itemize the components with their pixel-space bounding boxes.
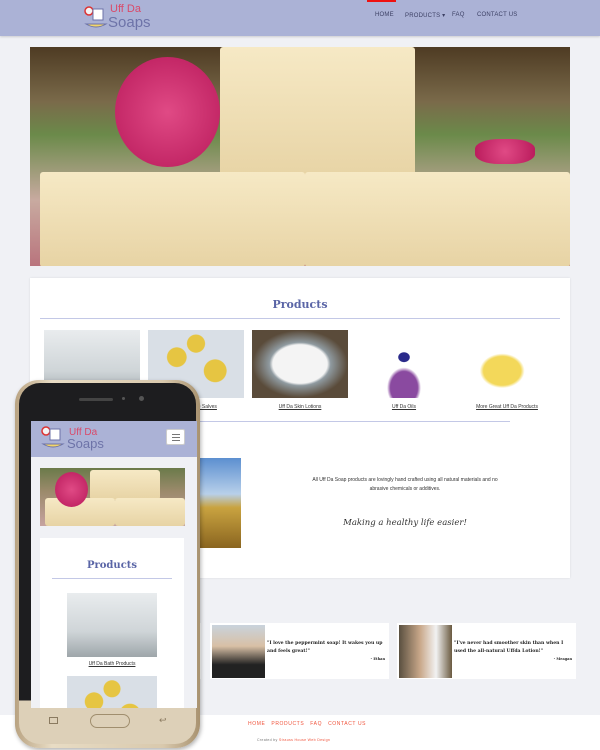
viking-ship-icon (41, 426, 65, 448)
testimonial-quote: "I love the peppermint soap! It wakes yo… (267, 641, 383, 654)
product-lotions[interactable]: Uff Da Skin Lotions (252, 330, 348, 410)
wheat-field-image (200, 458, 241, 548)
recent-apps-icon[interactable] (49, 717, 58, 724)
hamburger-menu-button[interactable] (166, 429, 185, 445)
divider (40, 318, 560, 319)
phone-mockup: Uff Da Soaps Products Uff Da Bath Produc… (15, 380, 200, 748)
testimonial-quote: "I've never had smoother skin than when … (454, 641, 564, 654)
testimonial-author: - Ethan (370, 657, 385, 661)
footer-credit: Created by Strauss House Web Design (257, 738, 330, 742)
logo-text-bottom: Soaps (108, 14, 151, 31)
mobile-hero-image (40, 468, 185, 526)
product-image[interactable] (356, 330, 452, 398)
hero-image (30, 47, 570, 266)
testimonial-card: "I've never had smoother skin than when … (397, 623, 576, 679)
mobile-screen: Uff Da Soaps Products Uff Da Bath Produc… (31, 421, 197, 708)
product-link[interactable]: Uff Da Oils (356, 404, 452, 410)
product-link[interactable]: Uff Da Skin Lotions (252, 404, 348, 410)
footer-link-faq[interactable]: FAQ (310, 721, 322, 727)
mobile-logo-bottom: Soaps (67, 436, 104, 451)
site-header: Uff Da Soaps HOME PRODUCTS ▾ FAQ CONTACT… (0, 0, 600, 36)
phone-speaker (79, 398, 113, 401)
camera-icon (139, 396, 144, 401)
products-heading: Products (272, 298, 328, 311)
footer-link-home[interactable]: HOME (248, 721, 265, 727)
footer-link-products[interactable]: PRODUCTS (271, 721, 304, 727)
mobile-header: Uff Da Soaps (31, 421, 197, 457)
mobile-products-heading: Products (86, 560, 138, 571)
nav-home[interactable]: HOME (375, 12, 394, 18)
customer-photo (212, 625, 265, 678)
tagline: Making a healthy life easier! (343, 518, 467, 528)
testimonial-author: - Meagan (553, 657, 572, 661)
nav-faq[interactable]: FAQ (452, 12, 465, 18)
credit-prefix: Created by (257, 738, 278, 742)
about-text: All Uff Da Soap products are lovingly ha… (312, 477, 498, 492)
mobile-product-image[interactable] (67, 593, 157, 657)
credit-link[interactable]: Strauss House Web Design (279, 738, 330, 742)
mobile-products-section: Products Uff Da Bath Products (40, 538, 184, 708)
product-image[interactable] (459, 330, 555, 398)
phone-home-button[interactable] (90, 714, 130, 728)
product-oils[interactable]: Uff Da Oils (356, 330, 452, 410)
nav-products[interactable]: PRODUCTS ▾ (405, 12, 445, 19)
customer-photo (399, 625, 452, 678)
product-more[interactable]: More Great Uff Da Products (459, 330, 555, 410)
site-logo[interactable]: Uff Da Soaps (84, 4, 160, 32)
mobile-product-image[interactable] (67, 676, 157, 708)
mobile-product-link[interactable]: Uff Da Bath Products (40, 661, 184, 667)
product-link[interactable]: More Great Uff Da Products (459, 404, 555, 410)
nav-contact[interactable]: CONTACT US (477, 12, 517, 18)
footer-link-contact[interactable]: CONTACT US (328, 721, 366, 727)
testimonial-card: "I love the peppermint soap! It wakes yo… (210, 623, 389, 679)
back-icon[interactable]: ↩ (159, 715, 167, 726)
viking-ship-icon (84, 6, 108, 28)
active-nav-indicator (367, 0, 396, 2)
divider (52, 578, 172, 579)
product-image[interactable] (252, 330, 348, 398)
